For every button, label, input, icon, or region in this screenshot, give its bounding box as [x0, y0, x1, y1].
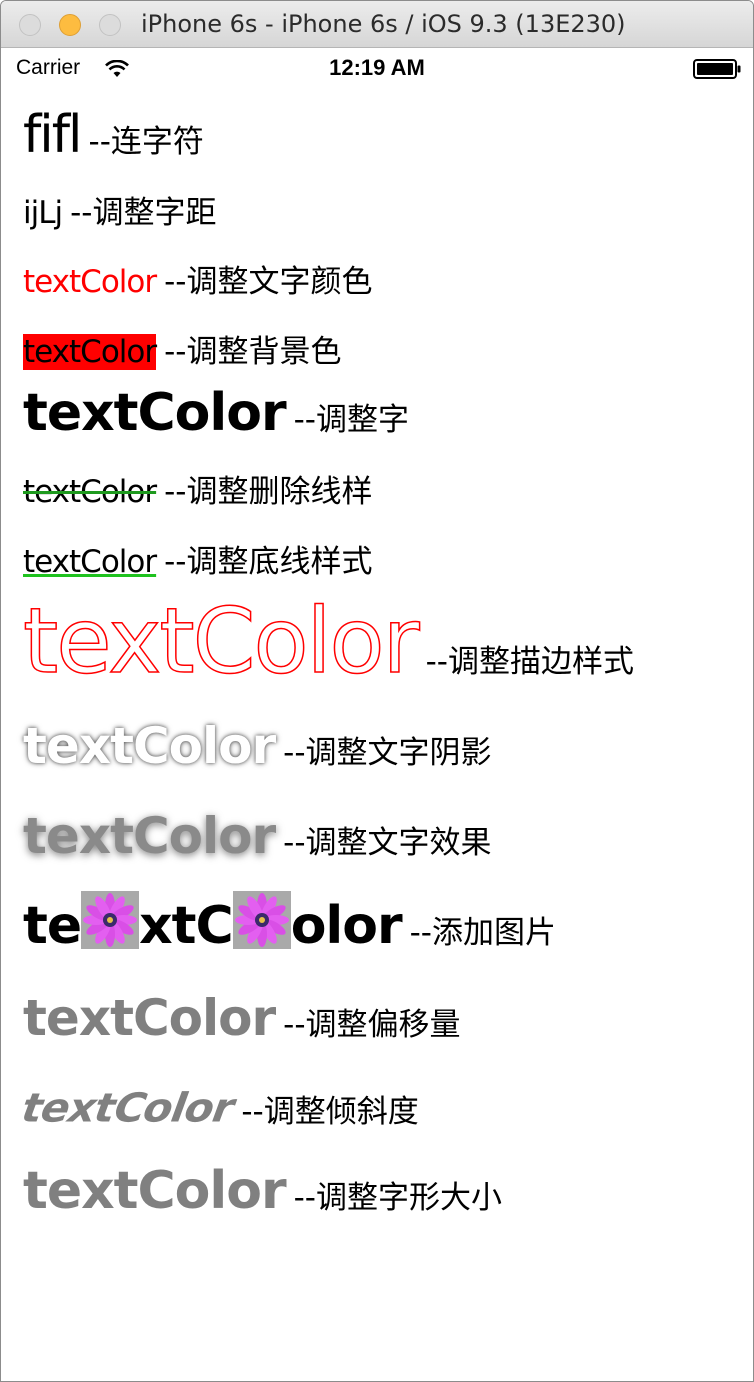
- window-title: iPhone 6s - iPhone 6s / iOS 9.3 (13E230): [141, 10, 626, 38]
- row-sample: textColor: [23, 264, 157, 300]
- title-bar: iPhone 6s - iPhone 6s / iOS 9.3 (13E230): [1, 1, 753, 48]
- row-label: --调整文字阴影: [283, 735, 492, 771]
- row-shadow: textColor --调整文字阴影: [23, 717, 492, 775]
- row-sample: textColor: [23, 544, 157, 580]
- row-label: --调整偏移量: [283, 1007, 461, 1043]
- row-strikethrough: textColor --调整删除线样: [23, 466, 373, 511]
- flower-icon: [81, 891, 140, 949]
- close-button[interactable]: [19, 14, 41, 36]
- row-expansion: textColor --调整字形大小: [23, 1161, 502, 1221]
- row-ligature: fifl --连字符: [23, 105, 204, 165]
- row-sample: textColor: [23, 383, 287, 443]
- row-obliqueness: textColor --调整倾斜度: [15, 1083, 419, 1132]
- row-text-color: textColor --调整文字颜色: [23, 256, 373, 301]
- row-kerning: ijLj --调整字距: [23, 187, 216, 232]
- row-sample: textColor: [23, 807, 276, 865]
- sample-part: xtC: [139, 896, 234, 956]
- battery-icon: [693, 59, 741, 79]
- row-label: --调整文字颜色: [164, 264, 373, 300]
- row-label: --调整删除线样: [164, 474, 373, 510]
- ios-status-bar: Carrier 12:19 AM: [1, 48, 753, 88]
- simulator-window: iPhone 6s - iPhone 6s / iOS 9.3 (13E230)…: [0, 0, 754, 1382]
- row-sample: fifl: [23, 105, 82, 165]
- row-stroke: textColor --调整描边样式: [22, 588, 634, 695]
- row-sample: textColor: [23, 474, 157, 510]
- zoom-button[interactable]: [99, 14, 121, 36]
- row-label: --调整描边样式: [425, 644, 634, 680]
- status-time: 12:19 AM: [329, 55, 425, 80]
- row-text-effect: textColor --调整文字效果: [23, 807, 492, 865]
- row-sample: textColor: [23, 334, 157, 370]
- row-label: --调整文字效果: [283, 825, 492, 861]
- row-label: --调整字距: [70, 195, 217, 231]
- row-sample: textColor: [23, 717, 276, 775]
- row-sample: textColor: [23, 1161, 287, 1221]
- row-attachment: te xtC olor --添加图片: [23, 891, 556, 956]
- row-background-color: textColor --调整背景色: [23, 326, 342, 371]
- row-sample: textColor: [22, 588, 420, 695]
- row-baseline-offset: textColor --调整偏移量: [23, 989, 461, 1047]
- row-sample: ijLj: [23, 195, 63, 231]
- row-sample: te xtC olor: [23, 891, 403, 956]
- sample-part: olor: [290, 896, 403, 956]
- row-font: textColor --调整字: [23, 383, 409, 443]
- row-label: --调整倾斜度: [241, 1094, 419, 1130]
- row-label: --调整背景色: [164, 334, 342, 370]
- row-sample: textColor: [14, 1084, 242, 1131]
- row-label: --调整底线样式: [164, 544, 373, 580]
- row-label: --调整字: [293, 402, 409, 438]
- row-label: --连字符: [88, 124, 204, 160]
- sample-part: te: [23, 896, 82, 956]
- row-label: --调整字形大小: [293, 1180, 502, 1216]
- row-underline: textColor --调整底线样式: [23, 536, 373, 581]
- row-label: --添加图片: [409, 915, 556, 951]
- minimize-button[interactable]: [59, 14, 81, 36]
- flower-icon: [232, 891, 291, 949]
- row-sample: textColor: [23, 989, 276, 1047]
